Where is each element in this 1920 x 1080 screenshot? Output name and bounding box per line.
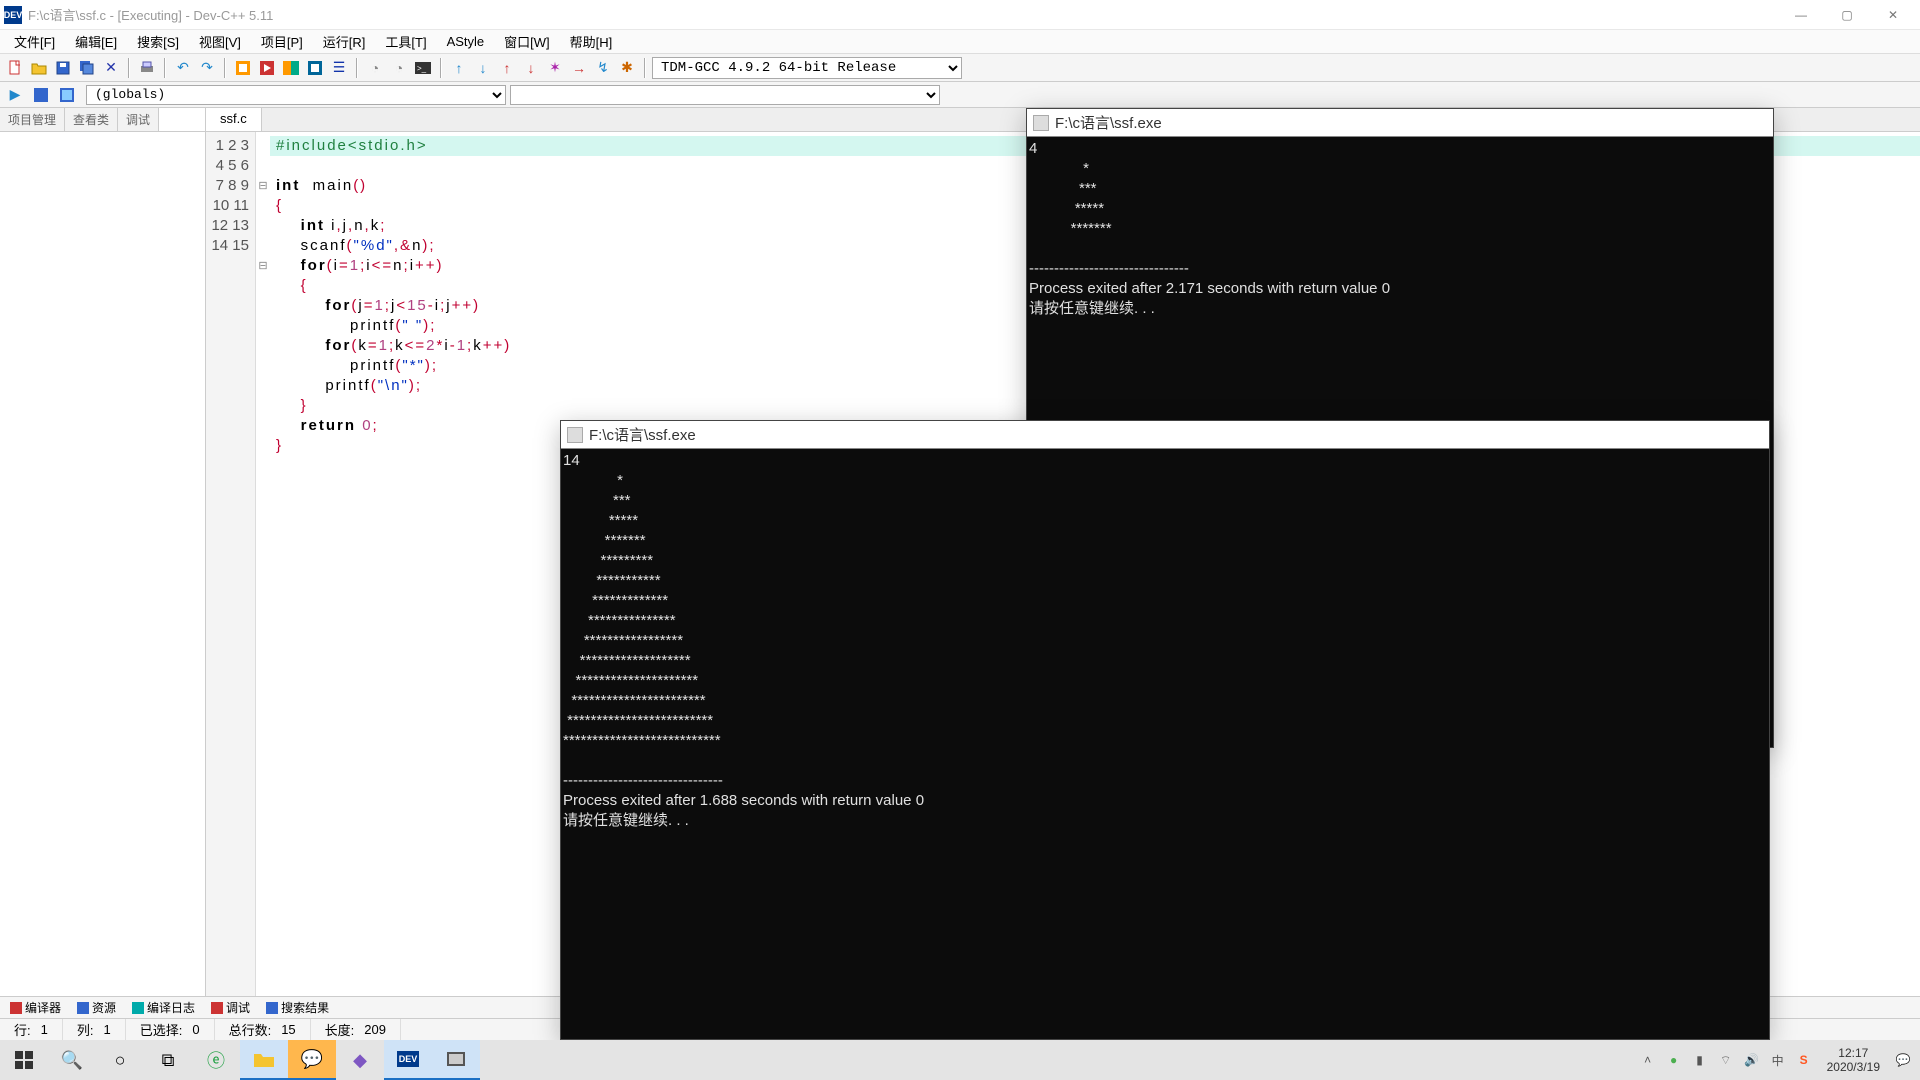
goto-header-button[interactable] xyxy=(56,84,78,106)
taskbar-clock[interactable]: 12:17 2020/3/19 xyxy=(1821,1046,1886,1074)
continue-button[interactable]: ↓ xyxy=(520,57,542,79)
cmd-button[interactable]: >_ xyxy=(412,57,434,79)
system-tray: ˄ ● ▮ ⌔ 🔊 中 S 12:17 2020/3/19 💬 xyxy=(1639,1046,1920,1074)
menu-astyle[interactable]: AStyle xyxy=(437,32,495,51)
app-icon: DEV xyxy=(4,6,22,24)
menu-bar: 文件[F] 编辑[E] 搜索[S] 视图[V] 项目[P] 运行[R] 工具[T… xyxy=(0,30,1920,54)
cortana-button[interactable]: ○ xyxy=(96,1040,144,1080)
left-panel-tabs: 项目管理 查看类 调试 xyxy=(0,108,205,132)
taskbar-devcpp[interactable]: DEV xyxy=(384,1040,432,1080)
fold-column[interactable]: ⊟⊟ xyxy=(256,132,270,996)
tray-onedrive-icon[interactable]: ● xyxy=(1665,1053,1683,1067)
bottom-tab-compile-log[interactable]: 编译日志 xyxy=(126,997,201,1018)
tray-ime-icon[interactable]: 中 xyxy=(1769,1052,1787,1069)
console-2-titlebar[interactable]: F:\c语言\ssf.exe xyxy=(561,421,1769,449)
rebuild-button[interactable] xyxy=(304,57,326,79)
breakpoint-button[interactable]: ↯ xyxy=(592,57,614,79)
window-title: F:\c语言\ssf.c - [Executing] - Dev-C++ 5.1… xyxy=(28,5,1778,24)
svg-text:>_: >_ xyxy=(417,64,427,73)
tray-notifications-icon[interactable]: 💬 xyxy=(1894,1053,1912,1067)
taskview-button[interactable]: ⧉ xyxy=(144,1040,192,1080)
toolbar-main: ✕ ↶ ↷ ☰ ◔ ◔ >_ ↑ ↓ ↑ ↓ ✶ → ↯ ✱ TDM-GCC 4… xyxy=(0,54,1920,82)
tray-expand-icon[interactable]: ˄ xyxy=(1639,1053,1657,1067)
run-button[interactable] xyxy=(256,57,278,79)
console-1-titlebar[interactable]: F:\c语言\ssf.exe xyxy=(1027,109,1773,137)
console-1-body: 4 * *** ***** ******* ------------------… xyxy=(1027,137,1773,321)
maximize-button[interactable]: ▢ xyxy=(1824,0,1870,30)
console-2-title: F:\c语言\ssf.exe xyxy=(589,424,696,445)
taskbar-app1[interactable]: ◆ xyxy=(336,1040,384,1080)
menu-window[interactable]: 窗口[W] xyxy=(494,30,560,53)
delete-profile-button[interactable]: ◔ xyxy=(388,57,410,79)
bottom-tab-resources[interactable]: 资源 xyxy=(71,997,122,1018)
tray-sogou-icon[interactable]: S xyxy=(1795,1053,1813,1067)
menu-help[interactable]: 帮助[H] xyxy=(560,30,623,53)
start-button[interactable] xyxy=(0,1040,48,1080)
toolbar-nav: ▶ (globals) xyxy=(0,82,1920,108)
open-file-button[interactable] xyxy=(28,57,50,79)
goto-decl-button[interactable]: ▶ xyxy=(4,84,26,106)
compile-run-button[interactable] xyxy=(280,57,302,79)
debug-button[interactable]: ☰ xyxy=(328,57,350,79)
step-over-button[interactable]: ↑ xyxy=(448,57,470,79)
undo-button[interactable]: ↶ xyxy=(172,57,194,79)
menu-file[interactable]: 文件[F] xyxy=(4,30,65,53)
left-panel: 项目管理 查看类 调试 xyxy=(0,108,206,996)
save-all-button[interactable] xyxy=(76,57,98,79)
menu-run[interactable]: 运行[R] xyxy=(313,30,376,53)
goto-def-button[interactable] xyxy=(30,84,52,106)
taskbar-ie[interactable]: ⓔ xyxy=(192,1040,240,1080)
compiler-selector[interactable]: TDM-GCC 4.9.2 64-bit Release xyxy=(652,57,962,79)
close-file-button[interactable]: ✕ xyxy=(100,57,122,79)
compile-button[interactable] xyxy=(232,57,254,79)
globals-selector[interactable]: (globals) xyxy=(86,85,506,105)
taskbar-wechat[interactable]: 💬 xyxy=(288,1040,336,1080)
title-bar: DEV F:\c语言\ssf.c - [Executing] - Dev-C++… xyxy=(0,0,1920,30)
menu-view[interactable]: 视图[V] xyxy=(189,30,251,53)
taskbar-explorer[interactable] xyxy=(240,1040,288,1080)
console-window-2[interactable]: F:\c语言\ssf.exe 14 * *** ***** ******* **… xyxy=(560,420,1770,1040)
tab-classes[interactable]: 查看类 xyxy=(65,108,118,131)
close-button[interactable]: ✕ xyxy=(1870,0,1916,30)
console-1-title: F:\c语言\ssf.exe xyxy=(1055,112,1162,133)
new-file-button[interactable] xyxy=(4,57,26,79)
console-2-body: 14 * *** ***** ******* ********* *******… xyxy=(561,449,1769,833)
tray-wifi-icon[interactable]: ⌔ xyxy=(1717,1053,1735,1068)
menu-search[interactable]: 搜索[S] xyxy=(127,30,189,53)
watch-button[interactable]: → xyxy=(568,57,590,79)
windows-taskbar: 🔍 ○ ⧉ ⓔ 💬 ◆ DEV ˄ ● ▮ ⌔ 🔊 中 S 12:17 2020… xyxy=(0,1040,1920,1080)
menu-edit[interactable]: 编辑[E] xyxy=(65,30,127,53)
bottom-tab-debug[interactable]: 调试 xyxy=(205,997,256,1018)
tray-volume-icon[interactable]: 🔊 xyxy=(1743,1053,1761,1067)
save-button[interactable] xyxy=(52,57,74,79)
remove-bps-button[interactable]: ✱ xyxy=(616,57,638,79)
menu-tools[interactable]: 工具[T] xyxy=(375,30,436,53)
profile-button[interactable]: ◔ xyxy=(364,57,386,79)
taskbar-console[interactable] xyxy=(432,1040,480,1080)
menu-project[interactable]: 项目[P] xyxy=(251,30,313,53)
function-selector[interactable] xyxy=(510,85,940,105)
search-button[interactable]: 🔍 xyxy=(48,1040,96,1080)
file-tab-ssf[interactable]: ssf.c xyxy=(206,108,262,131)
line-gutter: 1 2 3 4 5 6 7 8 9 10 11 12 13 14 15 xyxy=(206,132,256,996)
console-icon xyxy=(1033,115,1049,131)
tab-debug[interactable]: 调试 xyxy=(118,108,159,131)
console-icon xyxy=(567,427,583,443)
tab-project[interactable]: 项目管理 xyxy=(0,108,65,131)
minimize-button[interactable]: — xyxy=(1778,0,1824,30)
tray-battery-icon[interactable]: ▮ xyxy=(1691,1053,1709,1067)
step-into-button[interactable]: ↓ xyxy=(472,57,494,79)
bottom-tab-search[interactable]: 搜索结果 xyxy=(260,997,335,1018)
stop-debug-button[interactable]: ✶ xyxy=(544,57,566,79)
redo-button[interactable]: ↷ xyxy=(196,57,218,79)
print-button[interactable] xyxy=(136,57,158,79)
step-out-button[interactable]: ↑ xyxy=(496,57,518,79)
bottom-tab-compiler[interactable]: 编译器 xyxy=(4,997,67,1018)
